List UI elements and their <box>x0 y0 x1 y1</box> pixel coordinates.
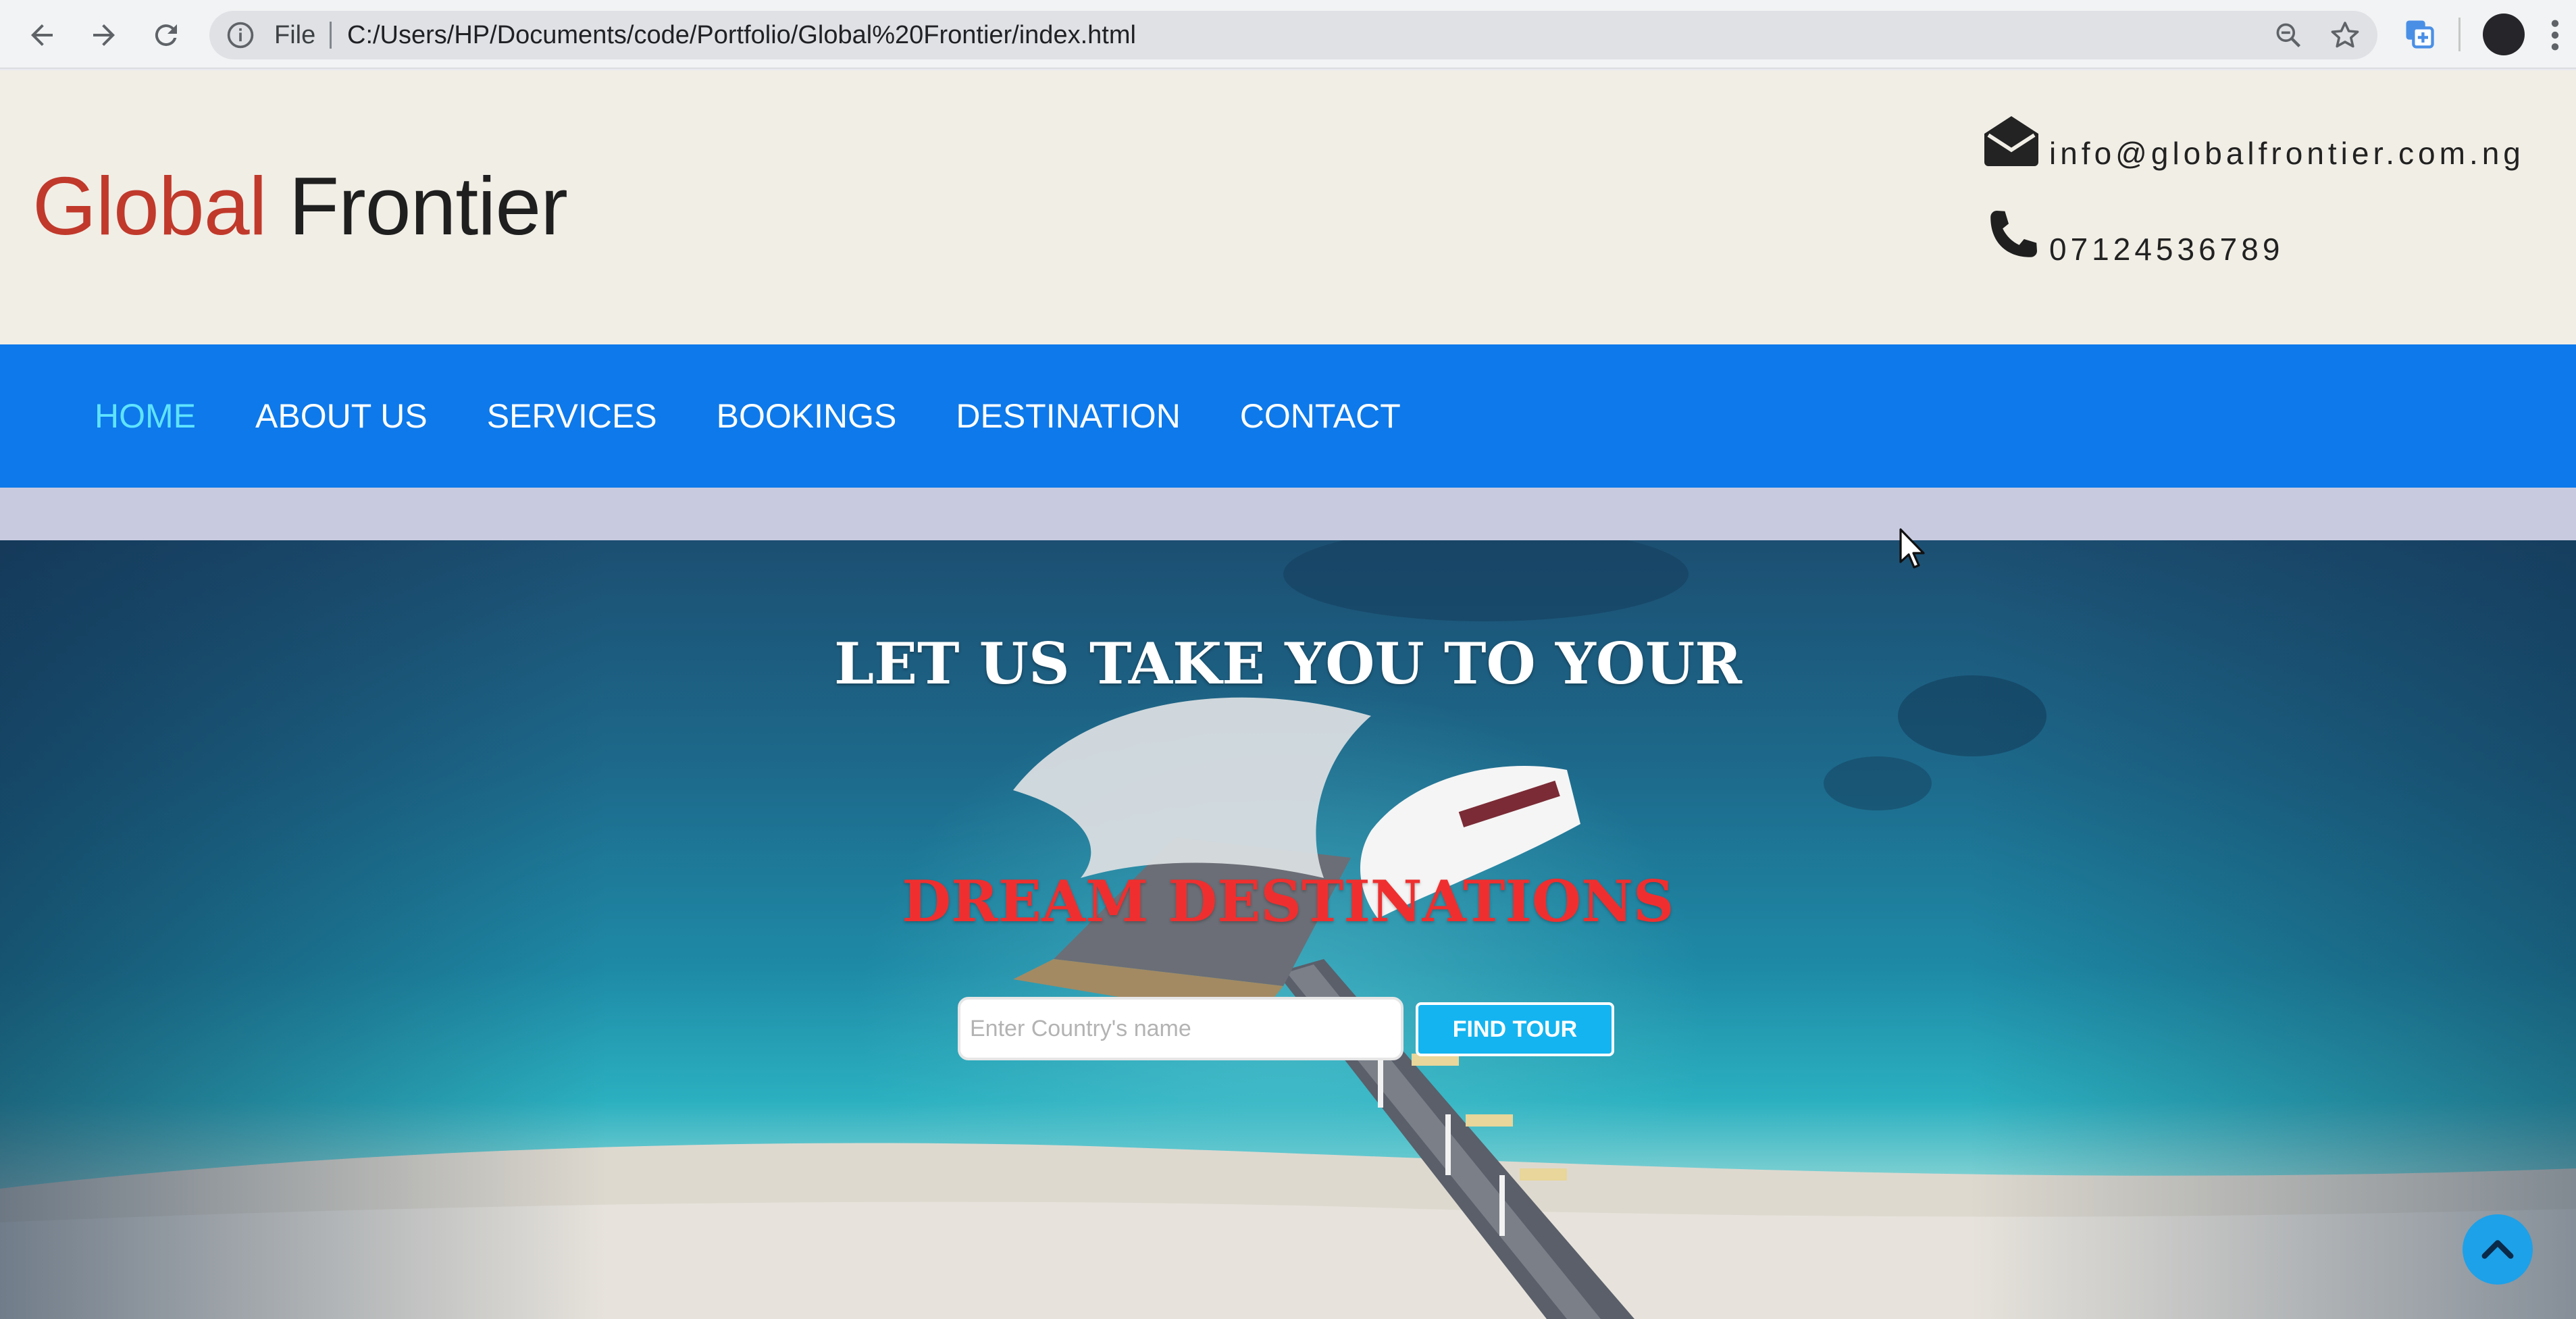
nav-item-bookings[interactable]: BOOKINGS <box>717 396 897 436</box>
scroll-to-top-button[interactable] <box>2463 1214 2533 1285</box>
chevron-up-icon <box>2481 1240 2514 1259</box>
info-icon[interactable] <box>226 20 255 50</box>
site-header: Global Frontier info@globalfrontier.com.… <box>0 70 2576 344</box>
hero-section: LET US TAKE YOU TO YOUR DREAM DESTINATIO… <box>0 540 2576 1319</box>
arrow-left-icon <box>31 24 53 46</box>
reload-icon <box>155 24 177 47</box>
nav-spacer-band <box>0 488 2576 540</box>
arrow-right-icon <box>93 24 115 46</box>
country-search-input[interactable] <box>958 997 1403 1060</box>
zoom-out-icon[interactable] <box>2273 20 2303 50</box>
nav-item-about-us[interactable]: ABOUT US <box>255 396 428 436</box>
nav-item-home[interactable]: HOME <box>95 396 196 436</box>
browser-toolbar: File C:/Users/HP/Documents/code/Portfoli… <box>0 0 2576 69</box>
envelope-icon <box>1984 116 2038 166</box>
hero-subheadline: DREAM DESTINATIONS <box>902 868 1674 935</box>
reload-button[interactable] <box>145 14 188 57</box>
kebab-menu-icon[interactable] <box>2550 18 2560 53</box>
nav-item-contact[interactable]: CONTACT <box>1240 396 1401 436</box>
scheme-label: File <box>274 21 316 49</box>
omnibox-divider <box>330 22 332 49</box>
forward-button[interactable] <box>82 14 126 57</box>
hero-headline: LET US TAKE YOU TO YOUR <box>833 630 1743 697</box>
nav-item-services[interactable]: SERVICES <box>487 396 657 436</box>
logo-word-frontier: Frontier <box>288 160 568 252</box>
profile-avatar[interactable] <box>2483 14 2525 55</box>
star-icon[interactable] <box>2329 19 2361 51</box>
phone-icon <box>1990 211 2037 257</box>
nav-item-destination[interactable]: DESTINATION <box>956 396 1180 436</box>
address-bar[interactable]: File C:/Users/HP/Documents/code/Portfoli… <box>209 11 2377 59</box>
url-text[interactable]: C:/Users/HP/Documents/code/Portfolio/Glo… <box>347 11 1136 59</box>
email-contact: info@globalfrontier.com.ng <box>1979 108 2525 173</box>
mouse-cursor-icon <box>1899 528 1925 569</box>
logo-word-global: Global <box>32 160 267 252</box>
extension-icon[interactable] <box>2402 16 2437 51</box>
phone-text[interactable]: 07124536789 <box>2049 231 2284 267</box>
main-navbar: HOME ABOUT US SERVICES BOOKINGS DESTINAT… <box>0 344 2576 488</box>
toolbar-divider <box>2458 18 2461 51</box>
phone-contact: 07124536789 <box>1979 204 2284 269</box>
find-tour-button[interactable]: FIND TOUR <box>1416 1002 1614 1056</box>
site-logo[interactable]: Global Frontier <box>32 165 568 247</box>
back-button[interactable] <box>20 14 63 57</box>
email-text[interactable]: info@globalfrontier.com.ng <box>2049 135 2525 172</box>
